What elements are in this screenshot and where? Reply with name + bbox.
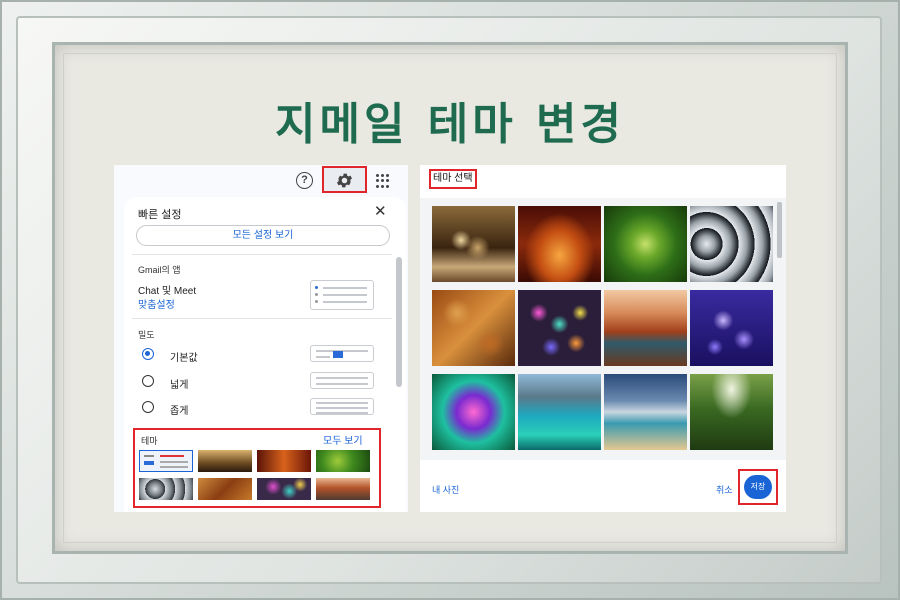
save-button[interactable]: 저장 bbox=[744, 475, 772, 499]
see-all-settings-button[interactable]: 모든 설정 보기 bbox=[136, 225, 390, 246]
settings-highlight bbox=[322, 166, 367, 193]
page-title: 지메일 테마 변경 bbox=[275, 99, 625, 150]
help-icon[interactable]: ? bbox=[296, 172, 313, 189]
quick-settings-card: 빠른 설정 ✕ 모든 설정 보기 Gmail의 앱 Chat 및 Meet 맞춤… bbox=[124, 197, 406, 512]
density-wide-label: 넓게 bbox=[170, 380, 189, 391]
theme-thumb-desert-river[interactable] bbox=[316, 478, 370, 500]
chat-meet-label: Chat 및 Meet bbox=[138, 286, 197, 297]
density-default-preview bbox=[310, 345, 374, 362]
theme-thumb-canyon[interactable] bbox=[257, 450, 311, 472]
apps-section-label: Gmail의 앱 bbox=[138, 265, 181, 275]
theme-tile-canyon[interactable] bbox=[518, 206, 601, 282]
theme-thumb-chess[interactable] bbox=[198, 450, 252, 472]
density-compact-preview bbox=[310, 398, 374, 415]
theme-tile-forest[interactable] bbox=[690, 374, 773, 450]
theme-thumb-autumn-leaves[interactable] bbox=[198, 478, 252, 500]
density-compact-label: 좁게 bbox=[170, 406, 189, 417]
gmail-quick-settings-panel: ? 빠른 설정 ✕ 모든 설정 보기 Gmail의 앱 Chat 및 Meet … bbox=[114, 165, 408, 512]
theme-tile-desert-river[interactable] bbox=[604, 290, 687, 366]
choose-theme-title: 테마 선택 bbox=[429, 169, 477, 189]
density-default-radio[interactable] bbox=[142, 348, 154, 360]
theme-grid-scrollbar[interactable] bbox=[777, 202, 782, 258]
theme-tile-beach[interactable] bbox=[604, 374, 687, 450]
cancel-button[interactable]: 취소 bbox=[716, 483, 733, 496]
theme-tile-autumn-leaves[interactable] bbox=[432, 290, 515, 366]
theme-thumb-bokeh[interactable] bbox=[257, 478, 311, 500]
theme-thumb-default[interactable] bbox=[139, 450, 193, 472]
close-icon[interactable]: ✕ bbox=[374, 202, 387, 220]
theme-grid bbox=[420, 198, 786, 460]
quick-settings-title: 빠른 설정 bbox=[138, 209, 182, 221]
density-wide-preview bbox=[310, 372, 374, 389]
theme-section: 테마 모두 보기 bbox=[133, 428, 381, 508]
gmail-top-bar: ? bbox=[114, 165, 408, 197]
apps-grid-icon[interactable] bbox=[376, 174, 390, 188]
panel-scrollbar[interactable] bbox=[396, 257, 402, 387]
my-photos-button[interactable]: 내 사진 bbox=[432, 483, 459, 496]
theme-tile-leaf[interactable] bbox=[604, 206, 687, 282]
apps-preview bbox=[310, 280, 374, 310]
theme-section-label: 테마 bbox=[141, 436, 158, 446]
divider bbox=[132, 318, 392, 319]
theme-tile-pipes[interactable] bbox=[690, 206, 773, 282]
theme-thumb-leaf[interactable] bbox=[316, 450, 370, 472]
theme-tile-jellyfish[interactable] bbox=[690, 290, 773, 366]
density-wide-radio[interactable] bbox=[142, 375, 154, 387]
theme-tile-lake-water[interactable] bbox=[518, 374, 601, 450]
customize-link[interactable]: 맞춤설정 bbox=[138, 296, 175, 311]
save-highlight: 저장 bbox=[738, 469, 778, 505]
gear-icon[interactable] bbox=[335, 171, 354, 190]
see-all-themes-link[interactable]: 모두 보기 bbox=[323, 432, 363, 447]
theme-tile-bokeh[interactable] bbox=[518, 290, 601, 366]
density-section-label: 밀도 bbox=[138, 330, 155, 340]
theme-tile-chess[interactable] bbox=[432, 206, 515, 282]
theme-tile-abstract-color[interactable] bbox=[432, 374, 515, 450]
density-default-label: 기본값 bbox=[170, 353, 198, 364]
divider bbox=[132, 254, 392, 255]
density-compact-radio[interactable] bbox=[142, 401, 154, 413]
choose-theme-dialog: 테마 선택 내 사진 취소 저장 bbox=[420, 165, 786, 512]
theme-thumb-pipes[interactable] bbox=[139, 478, 193, 500]
